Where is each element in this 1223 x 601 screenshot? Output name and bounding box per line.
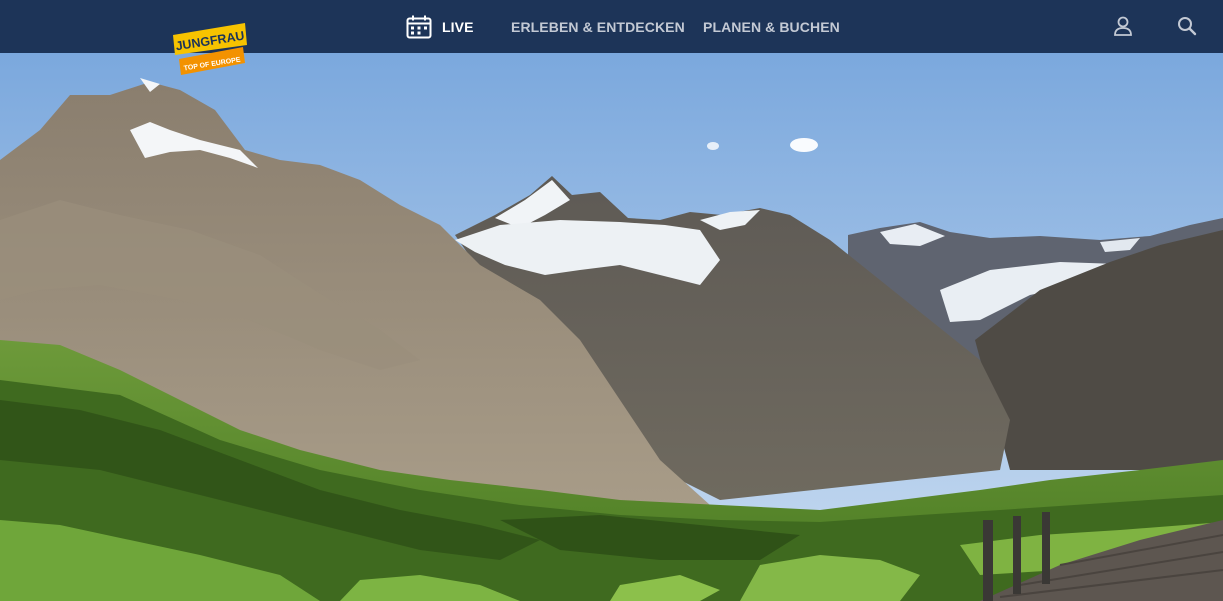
nav-item-live-label: LIVE bbox=[442, 18, 474, 35]
webcam-panorama-image bbox=[0, 53, 1223, 601]
nav-item-planen-buchen[interactable]: PLANEN & BUCHEN bbox=[703, 0, 840, 53]
user-icon[interactable] bbox=[1112, 15, 1134, 37]
nav-item-planen-label: PLANEN & BUCHEN bbox=[703, 18, 840, 35]
search-icon[interactable] bbox=[1176, 15, 1198, 37]
nav-item-erleben-entdecken[interactable]: ERLEBEN & ENTDECKEN bbox=[511, 0, 685, 53]
nav-item-live[interactable]: LIVE bbox=[406, 0, 474, 53]
calendar-icon bbox=[406, 15, 432, 39]
jungfrau-logo[interactable]: JUNGFRAU TOP OF EUROPE bbox=[171, 21, 251, 79]
nav-item-erleben-label: ERLEBEN & ENTDECKEN bbox=[511, 18, 685, 35]
